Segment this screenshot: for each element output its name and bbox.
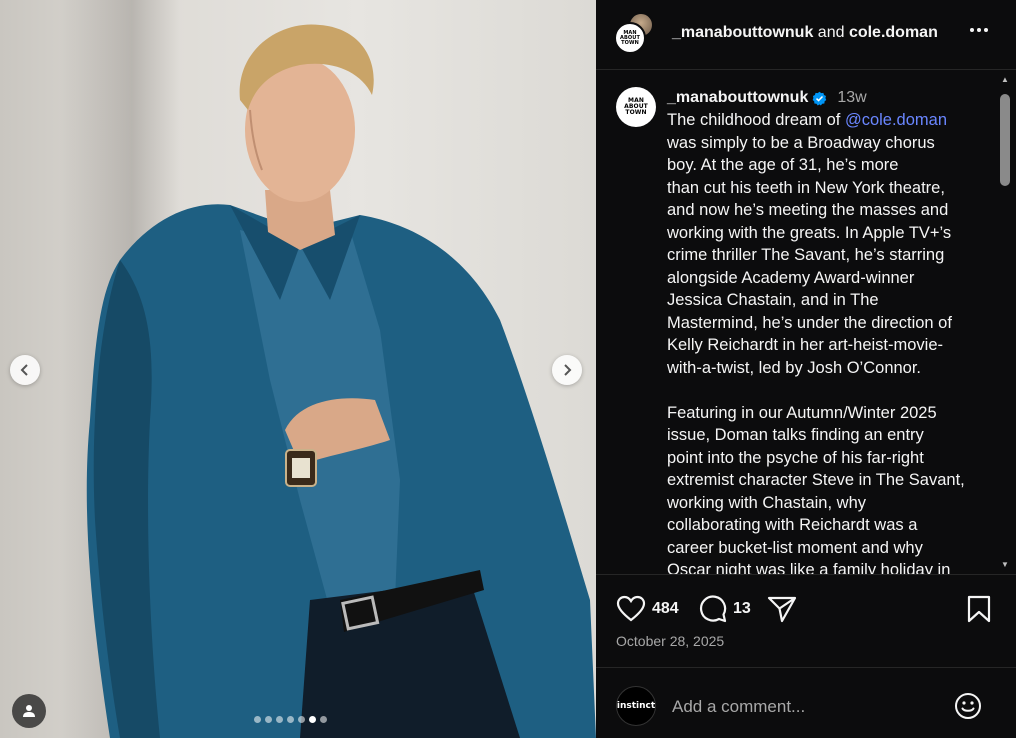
caption-username[interactable]: _manabouttownuk <box>667 89 808 107</box>
scroll-up-arrow[interactable]: ▲ <box>1000 75 1010 85</box>
avatar-manabouttownuk[interactable]: MAN ABOUT TOWN <box>614 22 646 54</box>
caption-text-body: was simply to be a Broadway chorus boy. … <box>667 133 965 575</box>
like-count[interactable]: 484 <box>652 600 679 618</box>
caption-avatar[interactable]: MAN ABOUT TOWN <box>616 87 656 127</box>
caption-scroll-area[interactable]: MAN ABOUT TOWN _manabouttownuk 13w The c… <box>596 71 1016 574</box>
more-dot <box>977 28 981 32</box>
comment-input[interactable] <box>672 694 932 720</box>
comment-composer: instinct <box>596 667 1016 738</box>
caption-timestamp[interactable]: 13w <box>837 89 866 107</box>
more-options-button[interactable] <box>970 28 988 32</box>
heart-icon <box>616 595 646 622</box>
scrollbar-thumb[interactable] <box>1000 94 1010 186</box>
like-button[interactable]: 484 <box>616 595 679 623</box>
send-icon <box>767 596 797 623</box>
scroll-down-arrow[interactable]: ▼ <box>1000 560 1010 570</box>
header-joiner: and <box>813 24 849 41</box>
slide-dot <box>276 716 283 723</box>
post-date[interactable]: October 28, 2025 <box>616 633 724 649</box>
caption-avatar-logo-text: MAN ABOUT TOWN <box>624 97 648 116</box>
post-header: MAN ABOUT TOWN _manabouttownuk and cole.… <box>596 0 1016 70</box>
save-button[interactable] <box>967 595 991 623</box>
more-dot <box>984 28 988 32</box>
mention-link[interactable]: @cole.doman <box>845 111 947 129</box>
next-slide-button[interactable] <box>552 355 582 385</box>
current-user-avatar-text: instinct <box>616 701 656 711</box>
user-icon <box>23 705 35 717</box>
collab-avatars[interactable]: MAN ABOUT TOWN <box>614 12 658 56</box>
verified-badge-icon <box>813 91 827 105</box>
caption-text: The childhood dream of @cole.doman was s… <box>667 109 979 574</box>
slide-dot <box>254 716 261 723</box>
slide-dot <box>309 716 316 723</box>
slide-dot <box>265 716 272 723</box>
current-user-avatar[interactable]: instinct <box>616 686 656 726</box>
header-user-1[interactable]: _manabouttownuk <box>672 24 813 41</box>
post-side-panel: MAN ABOUT TOWN _manabouttownuk and cole.… <box>596 0 1016 738</box>
share-button[interactable] <box>767 595 797 623</box>
comment-button[interactable]: 13 <box>699 595 751 623</box>
chevron-right-icon <box>564 364 572 376</box>
header-user-2[interactable]: cole.doman <box>849 24 938 41</box>
emoji-button[interactable] <box>954 692 982 725</box>
chevron-left-icon <box>20 364 28 376</box>
slide-indicator <box>254 716 327 723</box>
tagged-users-button[interactable] <box>12 694 46 728</box>
smiley-icon <box>955 693 981 719</box>
photo-subject <box>86 24 596 738</box>
comment-count[interactable]: 13 <box>733 600 751 618</box>
slide-dot <box>287 716 294 723</box>
more-dot <box>970 28 974 32</box>
previous-slide-button[interactable] <box>10 355 40 385</box>
post-photo[interactable] <box>0 0 596 738</box>
post-actions: 484 13 October 28, 2025 <box>596 574 1016 666</box>
bookmark-icon <box>967 595 991 623</box>
slide-dot <box>320 716 327 723</box>
slide-dot <box>298 716 305 723</box>
header-title: _manabouttownuk and cole.doman <box>672 24 938 42</box>
caption-text-start: The childhood dream of <box>667 111 845 129</box>
caption-header: _manabouttownuk 13w <box>667 89 867 107</box>
avatar-logo-text: MAN ABOUT TOWN <box>620 29 640 46</box>
comment-icon <box>699 595 727 623</box>
